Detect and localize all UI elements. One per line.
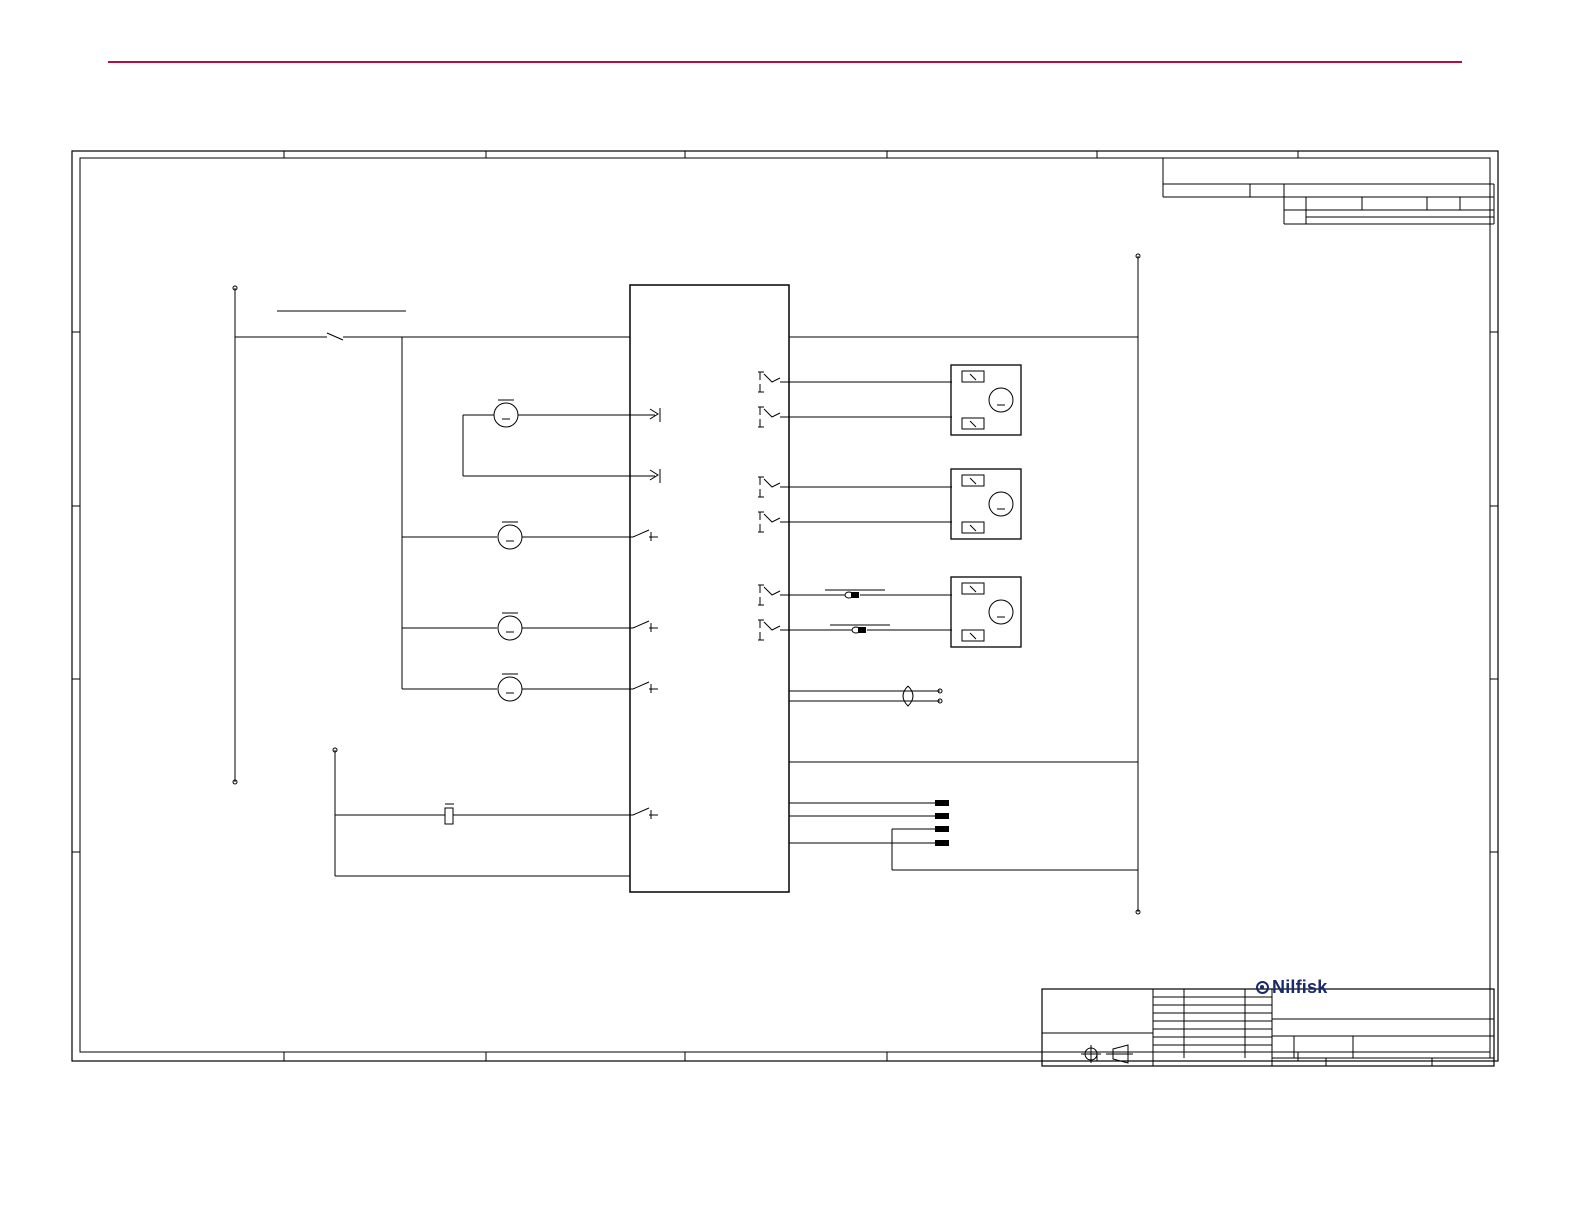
output-contacts — [758, 371, 781, 641]
right-supply-bus — [789, 253, 1141, 915]
first-angle-projection-icon — [1081, 1044, 1133, 1064]
lower-left-circuit — [332, 747, 658, 877]
motor-row-3 — [402, 612, 658, 641]
connector-pin-2 — [935, 813, 949, 819]
left-supply-bus — [232, 285, 630, 785]
brand-name: Nilfisk — [1272, 977, 1328, 997]
electrical-schematic — [71, 150, 1499, 1067]
motor-row-4 — [402, 673, 658, 702]
brand-mark-icon — [1256, 980, 1269, 994]
brand-logo: Nilfisk — [1256, 977, 1327, 997]
connector-pin-4 — [935, 840, 949, 846]
connector-pin-3 — [935, 826, 949, 832]
actuator-box-2 — [950, 468, 1022, 540]
connector-pin-1 — [935, 800, 949, 806]
revision-table — [1162, 158, 1495, 225]
fuse-element-1 — [851, 592, 859, 598]
actuator-box-3 — [950, 576, 1022, 648]
fuse-symbols — [844, 591, 861, 634]
sounder-symbol — [902, 685, 943, 707]
fuse-element-2 — [858, 627, 866, 633]
output-wires — [780, 381, 952, 844]
motor-row-2 — [402, 521, 658, 550]
drawing-frame — [71, 150, 1499, 1062]
actuator-box-1 — [950, 364, 1022, 436]
